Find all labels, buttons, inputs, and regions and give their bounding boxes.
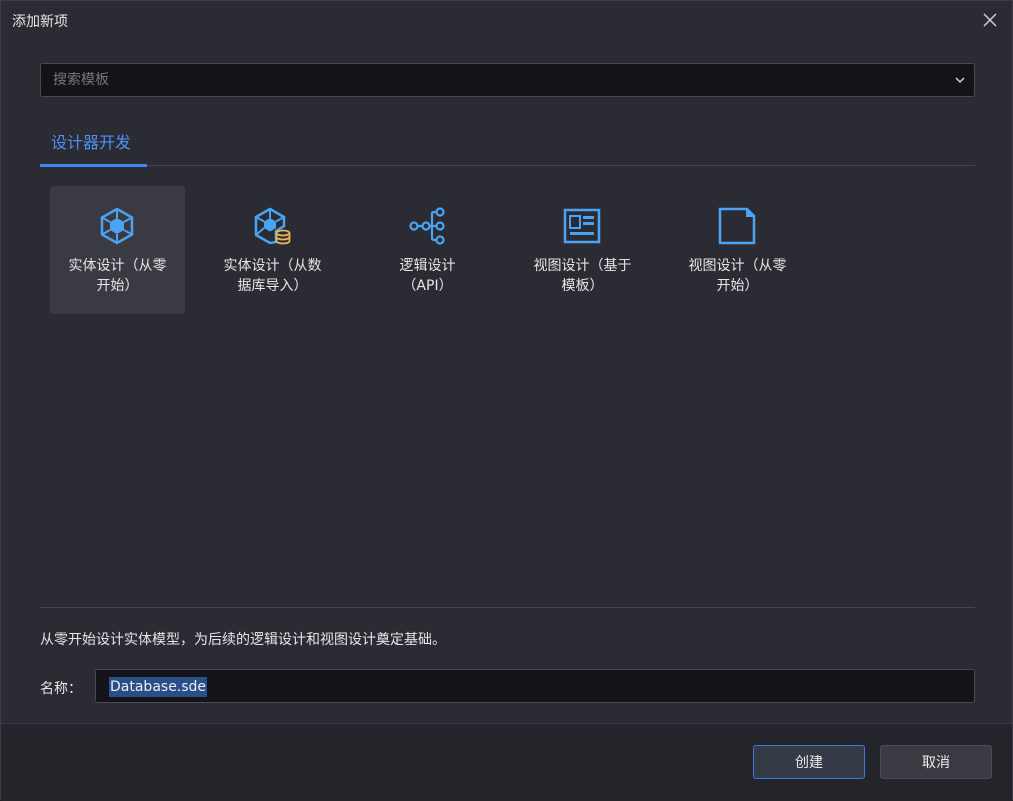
template-view-from-template[interactable]: 视图设计（基于 模板） bbox=[515, 186, 650, 314]
name-input-value[interactable]: Database.sde bbox=[109, 677, 208, 697]
title-bar: 添加新项 bbox=[1, 1, 1012, 41]
template-label: 视图设计（从零 开始） bbox=[688, 258, 787, 294]
template-logic-api[interactable]: 逻辑设计 （API） bbox=[360, 186, 495, 314]
template-label: 实体设计（从数 据库导入） bbox=[223, 258, 322, 294]
close-icon[interactable] bbox=[980, 10, 1000, 30]
template-view-from-scratch[interactable]: 视图设计（从零 开始） bbox=[670, 186, 805, 314]
name-input[interactable]: Database.sde bbox=[95, 669, 975, 703]
template-label: 视图设计（基于 模板） bbox=[533, 258, 632, 294]
view-template-icon bbox=[563, 208, 601, 244]
dialog-footer: 创建 取消 bbox=[1, 723, 1012, 801]
template-description: 从零开始设计实体模型，为后续的逻辑设计和视图设计奠定基础。 bbox=[40, 632, 446, 648]
dialog-title: 添加新项 bbox=[12, 14, 68, 30]
name-label: 名称： bbox=[40, 681, 82, 697]
chevron-down-icon[interactable] bbox=[954, 74, 966, 86]
active-tab-indicator bbox=[40, 164, 147, 167]
divider bbox=[40, 607, 975, 608]
template-label: 实体设计（从零 开始） bbox=[68, 258, 167, 294]
template-entity-from-scratch[interactable]: 实体设计（从零 开始） bbox=[50, 186, 185, 314]
template-label: 逻辑设计 （API） bbox=[399, 258, 456, 294]
add-new-item-dialog: 添加新项 设计器开发 实体设计（从零 开始） bbox=[0, 0, 1013, 801]
blank-page-icon bbox=[718, 207, 756, 245]
tab-designer-development[interactable]: 设计器开发 bbox=[40, 121, 147, 167]
cancel-button[interactable]: 取消 bbox=[880, 745, 992, 779]
category-tabs: 设计器开发 bbox=[40, 121, 975, 167]
create-button[interactable]: 创建 bbox=[753, 745, 865, 779]
logic-flow-icon bbox=[409, 207, 445, 245]
entity-cube-icon bbox=[100, 207, 134, 245]
entity-database-icon bbox=[254, 207, 291, 245]
template-entity-from-database[interactable]: 实体设计（从数 据库导入） bbox=[205, 186, 340, 314]
search-templates-box[interactable] bbox=[40, 63, 975, 97]
tab-label: 设计器开发 bbox=[51, 133, 132, 152]
search-input[interactable] bbox=[53, 64, 933, 96]
